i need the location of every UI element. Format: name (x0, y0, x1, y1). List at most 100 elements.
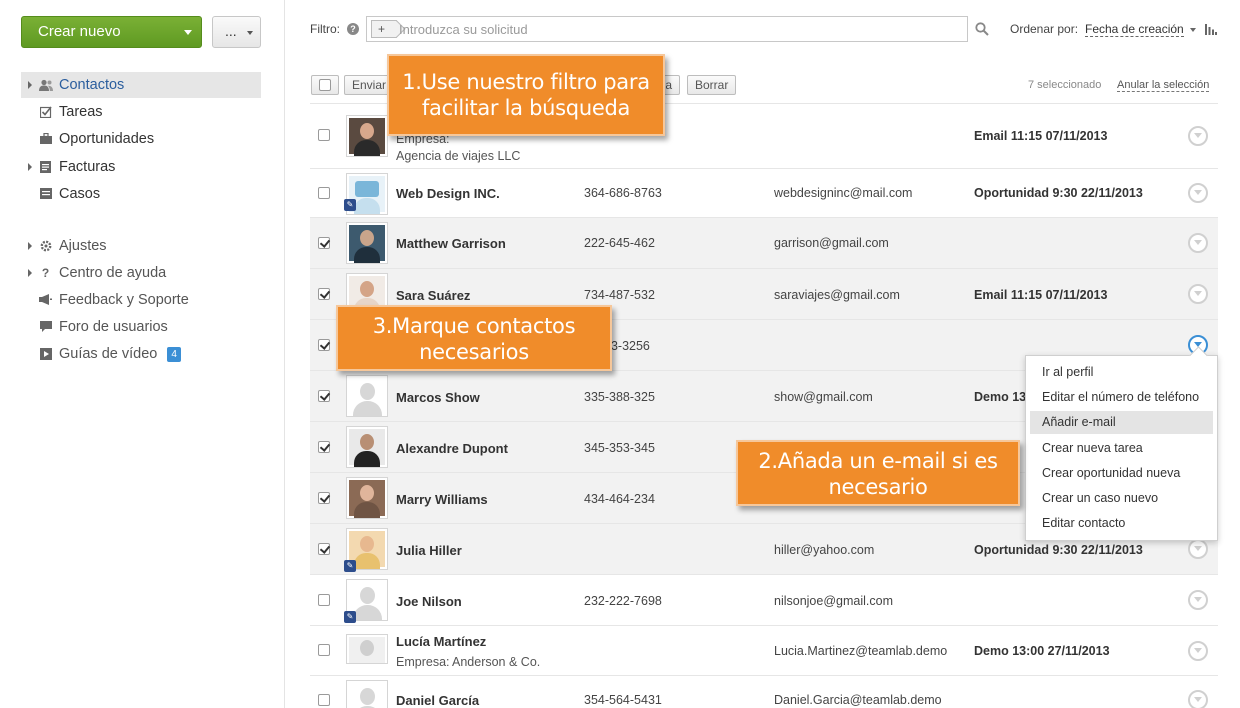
avatar[interactable] (346, 634, 388, 664)
expand-arrow-icon[interactable] (28, 269, 32, 277)
contact-name[interactable]: Alexandre Dupont (396, 441, 508, 456)
row-checkbox[interactable] (318, 187, 330, 199)
avatar[interactable] (346, 375, 388, 417)
table-row[interactable]: ✎ Joe Nilson 232-222-7698 nilsonjoe@gmai… (310, 574, 1218, 625)
contact-email[interactable]: hiller@yahoo.com (774, 543, 874, 557)
contact-phone[interactable]: 734-487-532 (584, 288, 655, 302)
avatar[interactable] (346, 222, 388, 264)
contact-name[interactable]: Matthew Garrison (396, 236, 506, 251)
company-name[interactable]: Agencia de viajes LLC (396, 149, 520, 163)
contact-phone[interactable]: 232-222-7698 (584, 594, 662, 608)
menu-item-edit-contact[interactable]: Editar contacto (1030, 512, 1213, 535)
row-checkbox[interactable] (318, 390, 330, 402)
contact-email[interactable]: webdesigninc@mail.com (774, 186, 912, 200)
more-actions-button[interactable]: ... (212, 16, 261, 48)
sidebar-item-tasks[interactable]: Tareas (21, 99, 261, 125)
help-icon[interactable]: ? (347, 23, 359, 35)
sidebar-item-feedback[interactable]: Feedback y Soporte (21, 287, 261, 313)
row-menu-button[interactable] (1188, 539, 1208, 559)
table-row[interactable]: ✎ Web Design INC. 364-686-8763 webdesign… (310, 168, 1218, 217)
row-menu-button[interactable] (1188, 233, 1208, 253)
row-menu-button[interactable] (1188, 641, 1208, 661)
contact-email[interactable]: saraviajes@gmail.com (774, 288, 900, 302)
row-checkbox[interactable] (318, 441, 330, 453)
contact-phone[interactable]: 364-686-8763 (584, 186, 662, 200)
chevron-down-icon[interactable] (1190, 28, 1196, 32)
next-event[interactable]: Oportunidad 9:30 22/11/2013 (974, 543, 1143, 557)
avatar[interactable] (346, 426, 388, 468)
row-checkbox[interactable] (318, 288, 330, 300)
checkbox[interactable] (319, 79, 331, 91)
expand-arrow-icon[interactable] (28, 163, 32, 171)
menu-item-edit-phone[interactable]: Editar el número de teléfono (1030, 386, 1213, 409)
sidebar-item-contacts[interactable]: Contactos (21, 72, 261, 98)
contact-email[interactable]: Daniel.Garcia@teamlab.demo (774, 693, 942, 707)
row-checkbox[interactable] (318, 237, 330, 249)
contact-name[interactable]: Julia Hiller (396, 543, 462, 558)
menu-item-go-to-profile[interactable]: Ir al perfil (1030, 361, 1213, 384)
select-all-checkbox[interactable] (311, 75, 339, 95)
expand-arrow-icon[interactable] (28, 242, 32, 250)
sidebar-item-cases[interactable]: Casos (21, 181, 261, 207)
contact-phone[interactable]: 345-353-345 (584, 441, 655, 455)
contact-name[interactable]: Sara Suárez (396, 288, 470, 303)
row-menu-button[interactable] (1188, 590, 1208, 610)
menu-item-new-opportunity[interactable]: Crear oportunidad nueva (1030, 462, 1213, 485)
table-row[interactable]: Matthew Garrison 222-645-462 garrison@gm… (310, 217, 1218, 268)
add-filter-button[interactable]: + (371, 20, 397, 38)
contact-phone[interactable]: 434-464-234 (584, 492, 655, 506)
create-new-button[interactable]: Crear nuevo (21, 16, 202, 48)
contact-name[interactable]: Daniel García (396, 693, 479, 708)
avatar[interactable] (346, 477, 388, 519)
contact-email[interactable]: show@gmail.com (774, 390, 873, 404)
menu-item-new-case[interactable]: Crear un caso nuevo (1030, 487, 1213, 510)
contact-email[interactable]: nilsonjoe@gmail.com (774, 594, 893, 608)
next-event[interactable]: Demo 13:00 27/11/2013 (974, 644, 1110, 658)
table-row[interactable]: Daniel García 354-564-5431 Daniel.Garcia… (310, 675, 1218, 708)
contact-phone[interactable]: 335-388-325 (584, 390, 655, 404)
row-checkbox[interactable] (318, 129, 330, 141)
sort-order-icon[interactable] (1205, 23, 1217, 35)
row-checkbox[interactable] (318, 543, 330, 555)
row-checkbox[interactable] (318, 594, 330, 606)
deselect-link[interactable]: Anular la selección (1117, 79, 1210, 92)
row-menu-button[interactable] (1188, 690, 1208, 708)
contact-email[interactable]: garrison@gmail.com (774, 236, 889, 250)
sidebar-item-video-guides[interactable]: Guías de vídeo 4 (21, 341, 261, 367)
contact-phone[interactable]: 222-645-462 (584, 236, 655, 250)
avatar[interactable] (346, 680, 388, 708)
contact-name[interactable]: Web Design INC. (396, 186, 500, 201)
company-name[interactable]: Anderson & Co. (452, 655, 540, 669)
sidebar-item-help-center[interactable]: ? Centro de ayuda (21, 260, 261, 286)
contact-name[interactable]: Lucía Martínez (396, 634, 486, 649)
contact-name[interactable]: Joe Nilson (396, 594, 462, 609)
menu-item-new-task[interactable]: Crear nueva tarea (1030, 437, 1213, 460)
row-checkbox[interactable] (318, 644, 330, 656)
avatar[interactable] (346, 115, 388, 157)
sort-field-dropdown[interactable]: Fecha de creación (1085, 22, 1184, 37)
contact-email[interactable]: Lucia.Martinez@teamlab.demo (774, 644, 947, 658)
sidebar-item-forum[interactable]: Foro de usuarios (21, 314, 261, 340)
table-row[interactable]: Lucía Martínez Empresa: Anderson & Co. L… (310, 625, 1218, 675)
contact-name[interactable]: Marcos Show (396, 390, 480, 405)
row-menu-button[interactable] (1188, 183, 1208, 203)
row-menu-button[interactable] (1188, 284, 1208, 304)
menu-item-add-email[interactable]: Añadir e-mail (1030, 411, 1213, 434)
contact-phone[interactable]: 354-564-5431 (584, 693, 662, 707)
filter-input[interactable] (397, 18, 957, 40)
next-event[interactable]: Oportunidad 9:30 22/11/2013 (974, 186, 1143, 200)
next-event[interactable]: Email 11:15 07/11/2013 (974, 288, 1107, 302)
search-icon[interactable] (975, 22, 989, 36)
row-checkbox[interactable] (318, 339, 330, 351)
sidebar-item-settings[interactable]: Ajustes (21, 233, 261, 259)
sidebar-item-opportunities[interactable]: Oportunidades (21, 126, 261, 152)
expand-arrow-icon[interactable] (28, 81, 32, 89)
sidebar-item-invoices[interactable]: Facturas (21, 154, 261, 180)
row-menu-button[interactable] (1188, 126, 1208, 146)
next-event[interactable]: Email 11:15 07/11/2013 (974, 129, 1107, 143)
row-checkbox[interactable] (318, 492, 330, 504)
next-event[interactable]: Demo 13 (974, 390, 1026, 404)
contact-name[interactable]: Marry Williams (396, 492, 488, 507)
row-checkbox[interactable] (318, 694, 330, 706)
delete-button[interactable]: Borrar (687, 75, 737, 95)
